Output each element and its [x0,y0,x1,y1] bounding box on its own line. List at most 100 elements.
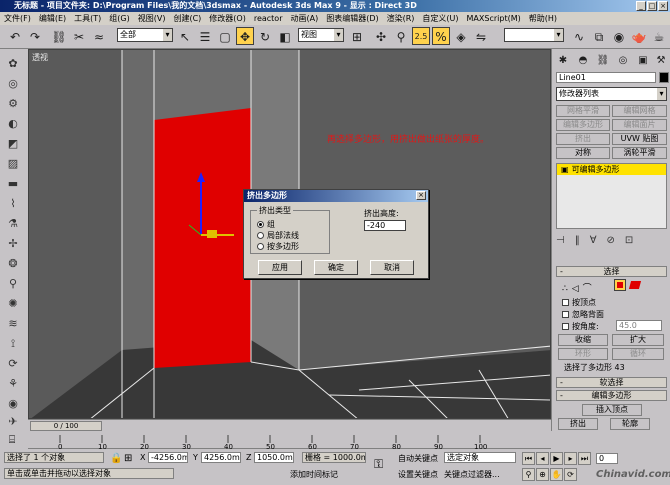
goto-start-icon[interactable]: ⏮ [522,452,535,465]
soft-selection-rollout[interactable]: 软选择 [556,377,667,388]
menu-animation[interactable]: 动画(A) [290,14,318,23]
select-rotate-icon[interactable]: ↻ [256,27,274,45]
edit-polygons-rollout[interactable]: 编辑多边形 [556,390,667,401]
selection-rollout[interactable]: 选择 [556,266,667,277]
hinge-icon[interactable]: ⟳ [4,357,22,371]
motor-icon[interactable]: ✢ [4,237,22,251]
object-name-field[interactable]: Line01 [556,72,656,83]
menu-tools[interactable]: 工具(T) [74,14,101,23]
render-setup-icon[interactable]: 🫖 [630,27,648,45]
fracture-icon[interactable]: ✺ [4,297,22,311]
angle-spinner[interactable]: 45.0 [616,320,662,331]
stack-tools[interactable]: ⊣‖∀⊘⊡ [556,235,667,247]
x-coordinate[interactable]: -4256.0mm [148,452,188,463]
analyze-icon[interactable]: ◉ [4,397,22,411]
select-move-icon[interactable]: ✥ [236,27,254,45]
menu-modifiers[interactable]: 修改器(O) [209,14,246,23]
named-selection-dropdown[interactable] [504,28,564,42]
zoom-all-icon[interactable]: ⊕ [536,468,549,481]
ragdoll-icon[interactable]: ⚘ [4,377,22,391]
unlink-icon[interactable]: ✂ [70,27,88,45]
rect-selection-icon[interactable]: ▢ [216,27,234,45]
apply-button[interactable]: 应用 [258,260,302,275]
stack-item-editable-poly[interactable]: ▣ 可编辑多边形 [557,164,666,175]
menu-edit[interactable]: 编辑(E) [39,14,66,23]
loop-button[interactable]: 循环 [612,348,664,360]
prev-frame-icon[interactable]: ◂ [536,452,549,465]
cloth-icon[interactable]: ⚙ [4,97,22,111]
orbit-icon[interactable]: ⟳ [564,468,577,481]
btn-edit-poly[interactable]: 编辑多边形 [556,119,610,131]
current-frame-field[interactable]: 0 [596,453,618,464]
dialog-close-button[interactable]: × [416,191,426,200]
create-tab-icon[interactable]: ✱ [554,51,572,69]
next-frame-icon[interactable]: ▸ [564,452,577,465]
snaps-toggle-icon[interactable]: ⚲ [392,27,410,45]
close-button[interactable]: × [658,1,668,11]
undo-icon[interactable]: ↶ [6,27,24,45]
wind-icon[interactable]: ❂ [4,257,22,271]
goto-end-icon[interactable]: ⏭ [578,452,591,465]
curve-editor-icon[interactable]: ∿ [570,27,588,45]
radio-by-polygon[interactable]: 按多边形 [257,241,299,252]
mini-curve-editor-icon[interactable]: ⌸ [4,433,20,447]
pan-icon[interactable]: ✋ [550,468,563,481]
viewport-label[interactable]: 透视 [32,52,48,63]
btn-extrude-mod[interactable]: 挤出 [556,133,610,145]
btn-turbo-smooth[interactable]: 涡轮平滑 [612,147,667,159]
ignore-backfacing-checkbox[interactable]: 忽略背面 [562,309,604,320]
menu-rendering[interactable]: 渲染(R) [387,14,415,23]
track-bar[interactable]: 0 10 20 30 40 50 60 70 80 90 100 [28,431,551,451]
material-editor-icon[interactable]: ◉ [610,27,628,45]
key-icon[interactable]: ⚿ [374,457,383,472]
subobject-icons[interactable]: ∴◁⌒ [562,281,596,294]
utilities-tab-icon[interactable]: ⚒ [652,51,670,69]
menu-help[interactable]: 帮助(H) [529,14,557,23]
object-color-swatch[interactable] [659,72,669,83]
menu-group[interactable]: 组(G) [109,14,129,23]
select-manipulate-icon[interactable]: ✣ [372,27,390,45]
btn-symmetry[interactable]: 对称 [556,147,610,159]
selection-filter-dropdown[interactable]: 全部 [117,28,173,42]
pivot-icon[interactable]: ⊞ [348,27,366,45]
spinner-snap-icon[interactable]: ◈ [452,27,470,45]
schematic-view-icon[interactable]: ⧉ [590,27,608,45]
rigid-body-icon[interactable]: ◎ [4,77,22,91]
extrude-button[interactable]: 挤出 [558,418,598,430]
deforming-mesh-icon[interactable]: ▨ [4,157,22,171]
bind-warp-icon[interactable]: ≈ [90,27,108,45]
motion-tab-icon[interactable]: ◎ [614,51,632,69]
y-coordinate[interactable]: 4256.0mm [201,452,241,463]
btn-edit-patch[interactable]: 编辑面片 [612,119,667,131]
modify-tab-icon[interactable]: ◓ [574,51,592,69]
reactor-icon[interactable]: ✿ [4,57,22,71]
menu-file[interactable]: 文件(F) [4,14,31,23]
btn-edit-mesh[interactable]: 编辑网格 [612,105,667,117]
spring-icon[interactable]: ⌇ [4,197,22,211]
btn-uvw-map[interactable]: UVW 贴图 [612,133,667,145]
menu-views[interactable]: 视图(V) [138,14,166,23]
element-level-icon[interactable] [628,281,642,289]
absolute-mode-icon[interactable]: ⊞ [124,453,132,464]
select-object-icon[interactable]: ↖ [176,27,194,45]
key-filters-button[interactable]: 关键点过滤器... [444,469,500,480]
perspective-viewport[interactable]: 透视 再选择多边形，用挤出做出纸张的厚度。 挤出多边形 × 挤出类型 组 局部法… [28,49,551,419]
percent-snap-icon[interactable]: % [432,27,450,45]
add-time-tag[interactable]: 添加时间标记 [290,469,338,480]
play-icon[interactable]: ▶ [550,452,563,465]
display-tab-icon[interactable]: ▣ [634,51,652,69]
grow-button[interactable]: 扩大 [612,334,664,346]
ring-button[interactable]: 环形 [558,348,608,360]
set-key-button[interactable]: 设置关键点 [398,469,438,480]
plane-icon[interactable]: ▬ [4,177,22,191]
polygon-level-icon[interactable] [614,279,626,291]
radio-group[interactable]: 组 [257,219,275,230]
menu-customize[interactable]: 自定义(U) [422,14,458,23]
zoom-icon[interactable]: ⚲ [522,468,535,481]
btn-mesh-smooth[interactable]: 网格平滑 [556,105,610,117]
height-spinner[interactable]: -240 [364,220,406,231]
time-slider[interactable]: 0 / 100 [28,419,551,431]
toy-car-icon[interactable]: ⚲ [4,277,22,291]
hierarchy-tab-icon[interactable]: ⛓ [594,51,612,69]
redo-icon[interactable]: ↷ [26,27,44,45]
